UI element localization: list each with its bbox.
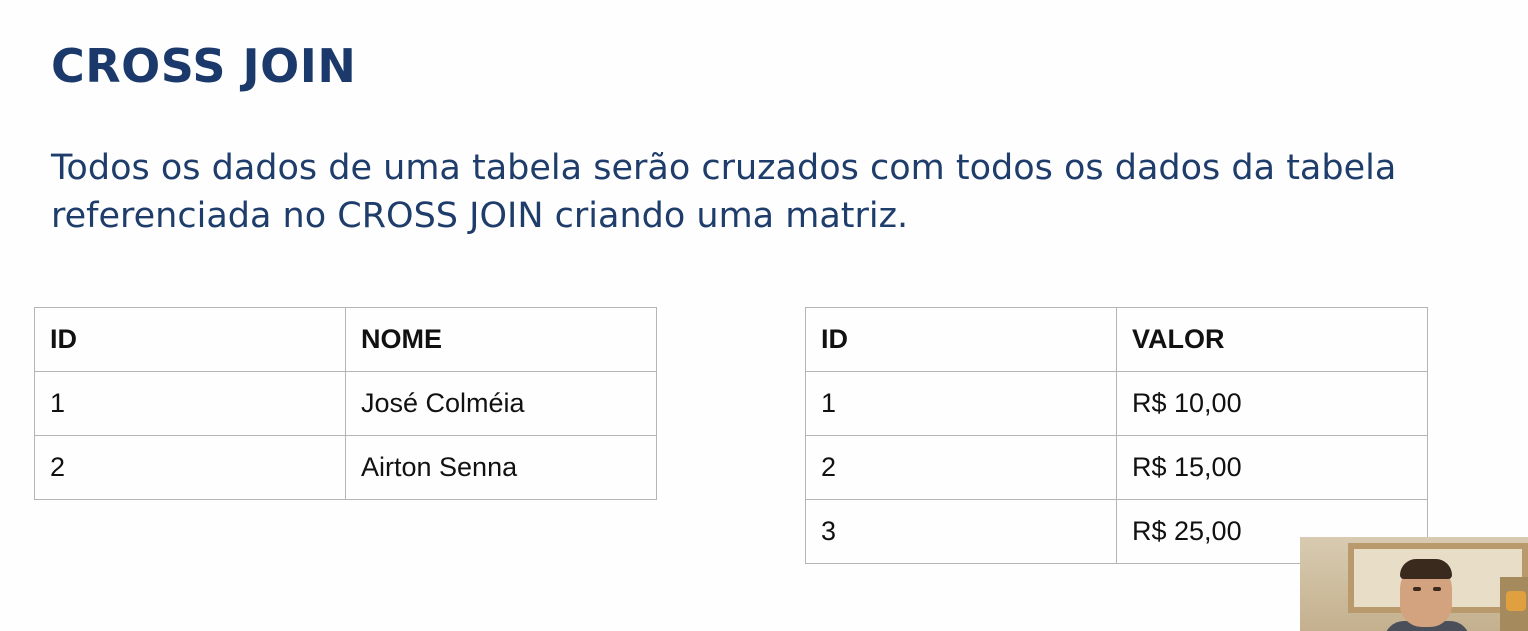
table-header-row: ID NOME [34, 307, 657, 372]
column-header-id: ID [805, 307, 1117, 372]
table-row: 2 R$ 15,00 [805, 435, 1428, 500]
table-row: 2 Airton Senna [34, 435, 657, 500]
table-header-row: ID VALOR [805, 307, 1428, 372]
table-cell: 2 [34, 435, 346, 500]
slide-title: CROSS JOIN [51, 39, 357, 93]
values-table: ID VALOR 1 R$ 10,00 2 R$ 15,00 3 R$ 25,0… [805, 307, 1428, 564]
presenter-webcam [1300, 537, 1528, 631]
table-cell: R$ 10,00 [1116, 371, 1428, 436]
table-cell: 3 [805, 499, 1117, 564]
table-cell: R$ 15,00 [1116, 435, 1428, 500]
table-row: 1 R$ 10,00 [805, 371, 1428, 436]
table-cell: José Colméia [345, 371, 657, 436]
slide: CROSS JOIN Todos os dados de uma tabela … [0, 0, 1528, 631]
presenter-eye [1433, 587, 1441, 591]
column-header-valor: VALOR [1116, 307, 1428, 372]
column-header-nome: NOME [345, 307, 657, 372]
table-cell: Airton Senna [345, 435, 657, 500]
table-cell: 2 [805, 435, 1117, 500]
presenter-hair [1400, 559, 1452, 579]
table-cell: 1 [805, 371, 1117, 436]
table-row: 1 José Colméia [34, 371, 657, 436]
webcam-toy [1506, 591, 1526, 611]
slide-subtitle: Todos os dados de uma tabela serão cruza… [51, 148, 1397, 236]
column-header-id: ID [34, 307, 346, 372]
table-cell: 1 [34, 371, 346, 436]
names-table: ID NOME 1 José Colméia 2 Airton Senna [34, 307, 657, 500]
presenter-eye [1413, 587, 1421, 591]
